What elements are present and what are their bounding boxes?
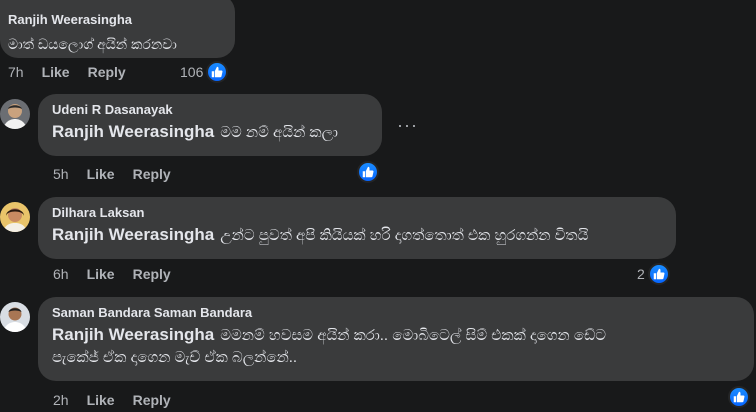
reply-author[interactable]: Udeni R Dasanayak (52, 101, 370, 118)
thumbs-up-icon (647, 263, 670, 285)
like-button[interactable]: Like (87, 392, 115, 408)
reply-author[interactable]: Saman Bandara Saman Bandara (52, 304, 742, 321)
reply-actions: 5h Like Reply (53, 166, 189, 182)
avatar[interactable] (0, 99, 30, 129)
mention-link[interactable]: Ranjih Weerasingha (52, 225, 214, 244)
like-button[interactable]: Like (87, 266, 115, 282)
comment-timestamp[interactable]: 7h (8, 64, 24, 80)
reaction-summary[interactable] (357, 161, 379, 183)
reaction-count: 106 (180, 64, 204, 80)
reply-timestamp[interactable]: 6h (53, 266, 69, 282)
comment-text: මාත් ඩයලොග් අයින් කරනවා (8, 36, 177, 52)
comment-bubble: Ranjih Weerasingha මාත් ඩයලොග් අයින් කරන… (0, 0, 235, 58)
reply-author[interactable]: Dilhara Laksan (52, 204, 664, 221)
reply-body-line: මමනම් හවසම අයින් කරා.. මොබිටෙල් සිම් එකක… (220, 327, 607, 344)
thumbs-up-icon (206, 61, 229, 83)
thumbs-up-icon (728, 386, 750, 408)
reply-bubble: Saman Bandara Saman Bandara Ranjih Weera… (38, 297, 754, 381)
reaction-summary[interactable]: 2 (637, 263, 670, 285)
reply-button[interactable]: Reply (133, 392, 171, 408)
thumbs-up-icon (357, 161, 379, 183)
reply-body: උන්ට පුවත් අපි කියියක් හරි දාගත්තොත් එක … (220, 227, 589, 244)
reply-text: Ranjih Weerasingha මම නම් අයින් කලා (52, 121, 370, 143)
mention-link[interactable]: Ranjih Weerasingha (52, 325, 214, 344)
reply-button[interactable]: Reply (88, 64, 126, 80)
reply-body: මම නම් අයින් කලා (220, 124, 338, 141)
reply-timestamp[interactable]: 5h (53, 166, 69, 182)
avatar[interactable] (0, 202, 30, 232)
reply-actions: 6h Like Reply (53, 266, 189, 282)
reply-bubble: Udeni R Dasanayak Ranjih Weerasingha මම න… (38, 94, 382, 156)
comment-actions: 7h Like Reply (8, 64, 144, 80)
like-button[interactable]: Like (87, 166, 115, 182)
mention-link[interactable]: Ranjih Weerasingha (52, 122, 214, 141)
reaction-summary[interactable]: 106 (180, 61, 229, 83)
reply-text: Ranjih Weerasingha මමනම් හවසම අයින් කරා..… (52, 324, 742, 346)
comment-author[interactable]: Ranjih Weerasingha (8, 11, 223, 28)
reply-button[interactable]: Reply (133, 266, 171, 282)
reply-actions: 2h Like Reply (53, 392, 189, 408)
reaction-summary[interactable] (728, 386, 750, 408)
reply-text: Ranjih Weerasingha උන්ට පුවත් අපි කියියක්… (52, 224, 664, 246)
more-options-icon[interactable]: ··· (397, 116, 418, 134)
avatar[interactable] (0, 302, 30, 332)
reply-body-line: පැකේජ් ඒක දාගෙන මැච් ඒක බලන්නේ.. (52, 349, 298, 366)
reaction-count: 2 (637, 266, 645, 282)
like-button[interactable]: Like (42, 64, 70, 80)
reply-bubble: Dilhara Laksan Ranjih Weerasingha උන්ට පු… (38, 197, 676, 259)
reply-button[interactable]: Reply (133, 166, 171, 182)
reply-timestamp[interactable]: 2h (53, 392, 69, 408)
